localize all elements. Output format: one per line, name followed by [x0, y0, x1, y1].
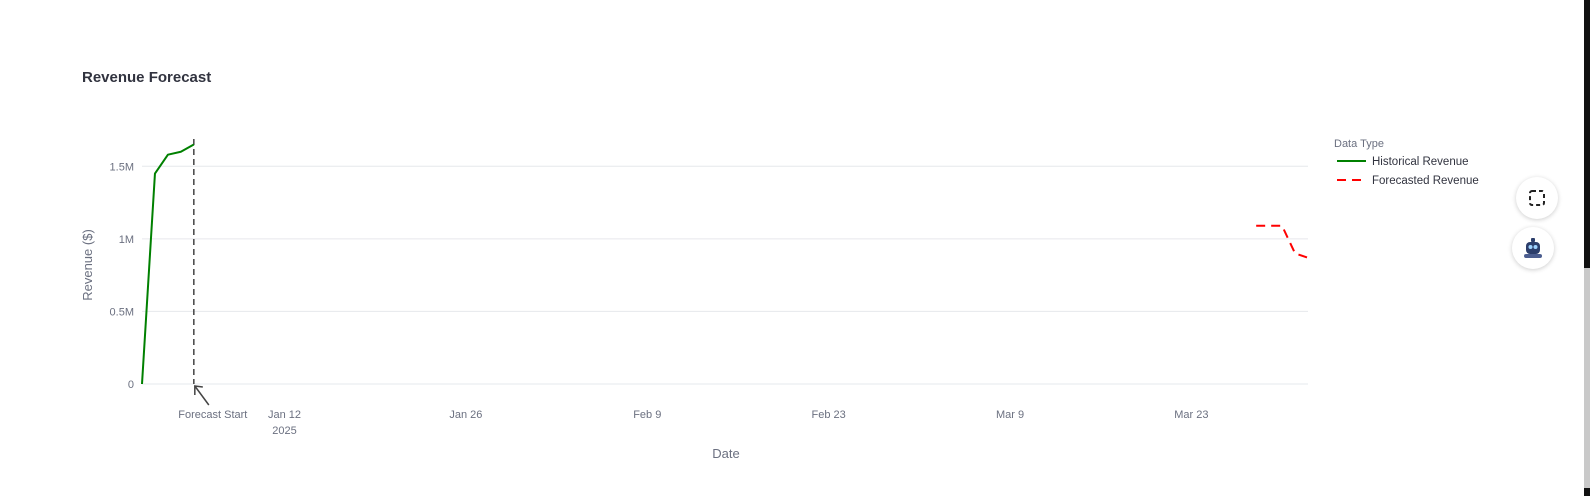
x-tick-year-label: 2025 — [272, 425, 296, 437]
y-axis-title: Revenue ($) — [80, 229, 95, 301]
screenshot-select-icon — [1529, 190, 1545, 206]
forecast-start-annotation: Forecast Start — [178, 139, 247, 421]
legend-title: Data Type — [1334, 138, 1384, 150]
legend[interactable]: Data Type Historical Revenue Forecasted R… — [1334, 138, 1479, 187]
y-axis-ticks: 0 0.5M 1M 1.5M — [110, 161, 134, 391]
legend-label: Forecasted Revenue — [1372, 175, 1479, 187]
x-axis-ticks: Jan 12 2025 Jan 26 Feb 9 Feb 23 Mar 9 Mar 23 — [268, 409, 1209, 437]
legend-item[interactable]: Forecasted Revenue — [1337, 175, 1479, 187]
x-tick-label: Mar 9 — [996, 409, 1024, 421]
series-line-historical-revenue — [141, 143, 195, 385]
revenue-forecast-chart: Revenue Forecast 00.5M1M1.5M Jan 122025J… — [80, 69, 1479, 461]
annotation-arrow-shaft — [194, 385, 210, 406]
series-line-forecasted-revenue — [1256, 224, 1309, 259]
legend-item[interactable]: Historical Revenue — [1337, 156, 1469, 168]
scrollbar-thumb[interactable] — [1584, 268, 1590, 488]
y-tick-label: 0 — [128, 379, 134, 391]
x-tick-label: Feb 23 — [812, 409, 846, 421]
y-tick-label: 0.5M — [110, 306, 134, 318]
y-tick-label: 1M — [119, 234, 134, 246]
screenshot-button[interactable] — [1516, 177, 1558, 219]
legend-label: Historical Revenue — [1372, 156, 1469, 168]
x-tick-label: Mar 23 — [1174, 409, 1208, 421]
x-axis-title: Date — [712, 446, 739, 461]
y-tick-label: 1.5M — [110, 161, 134, 173]
assistant-avatar-icon — [1524, 238, 1542, 258]
x-tick-label: Jan 12 — [268, 409, 301, 421]
series-lines — [141, 143, 1309, 385]
x-tick-label: Feb 9 — [633, 409, 661, 421]
gridlines — [142, 165, 1308, 385]
forecast-start-label: Forecast Start — [178, 409, 247, 421]
x-tick-label: Jan 26 — [449, 409, 482, 421]
chart-title: Revenue Forecast — [82, 69, 211, 86]
assistant-button[interactable] — [1512, 227, 1554, 269]
